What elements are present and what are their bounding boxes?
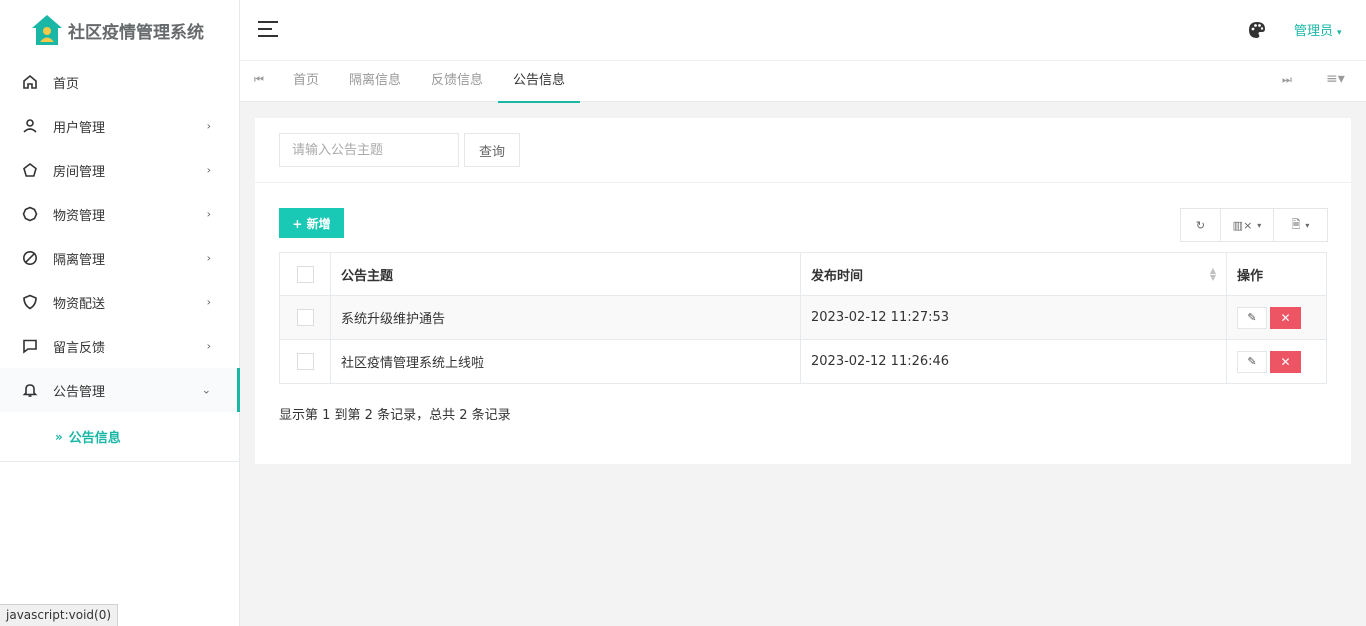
sidebar-item-label: 用户管理 <box>53 120 106 136</box>
hamburger-icon[interactable] <box>258 21 278 37</box>
notice-title: 社区疫情管理系统上线啦 <box>330 339 801 384</box>
column-header-title[interactable]: 公告主题 <box>330 252 801 296</box>
export-button[interactable]: 🗎 ▾ <box>1274 209 1327 241</box>
tab-feedback-info[interactable]: 反馈信息 <box>416 61 498 102</box>
house-icon <box>32 15 62 45</box>
caret-down-icon: ▾ <box>1305 220 1310 230</box>
pencil-icon: ✎ <box>1247 310 1257 324</box>
tab-list: 首页 隔离信息 反馈信息 公告信息 <box>278 61 581 103</box>
sidebar-item-label: 首页 <box>53 76 80 92</box>
edit-button[interactable]: ✎ <box>1237 306 1267 329</box>
sidebar-item-label: 留言反馈 <box>53 340 106 356</box>
sidebar-subitem-notice-info[interactable]: » 公告信息 <box>0 412 239 462</box>
app-title: 社区疫情管理系统 <box>68 22 204 43</box>
sidebar-item-supplies[interactable]: 物资管理 › <box>0 192 239 236</box>
user-menu[interactable]: 管理员 ▾ <box>1294 20 1342 39</box>
chevron-right-icon: › <box>206 295 211 309</box>
tab-options-icon[interactable]: ≡▾ <box>1326 71 1345 87</box>
home-icon <box>22 74 38 90</box>
logo[interactable]: 社区疫情管理系统 <box>0 0 239 60</box>
refresh-button[interactable]: ↻ <box>1181 209 1221 241</box>
sidebar-item-label: 物资配送 <box>53 296 106 312</box>
sidebar-item-notices[interactable]: 公告管理 ⌄ <box>0 368 240 412</box>
chevron-right-icon: › <box>206 163 211 177</box>
columns-icon: ▥× <box>1232 218 1253 232</box>
notice-time: 2023-02-12 11:26:46 <box>800 339 1227 384</box>
delete-button[interactable]: ✕ <box>1270 306 1301 329</box>
column-header-time[interactable]: 发布时间 ▲ ▼ <box>800 252 1227 296</box>
refresh-icon: ↻ <box>1195 218 1206 232</box>
row-select-cell <box>279 339 331 384</box>
sidebar-item-label: 公告管理 <box>53 384 106 400</box>
browser-status-bar: javascript:void(0) <box>0 604 119 626</box>
tab-quarantine-info[interactable]: 隔离信息 <box>334 61 416 102</box>
notice-time: 2023-02-12 11:27:53 <box>800 295 1227 340</box>
pencil-icon: ✎ <box>1247 354 1257 368</box>
sidebar-item-label: 隔离管理 <box>53 252 106 268</box>
pentagon-icon <box>22 162 38 178</box>
tab-scroll-right-icon[interactable]: ⏭ <box>1282 73 1292 87</box>
palette-icon[interactable] <box>1248 21 1266 39</box>
tab-notice-info[interactable]: 公告信息 <box>498 61 581 103</box>
bell-icon <box>22 382 38 398</box>
delete-button[interactable]: ✕ <box>1270 350 1301 373</box>
comment-icon <box>22 338 38 354</box>
row-checkbox[interactable] <box>296 309 314 326</box>
edit-button[interactable]: ✎ <box>1237 350 1267 373</box>
top-header: 管理员 ▾ <box>240 0 1366 60</box>
row-checkbox[interactable] <box>296 353 314 370</box>
caret-down-icon: ▾ <box>1337 28 1342 38</box>
sidebar-item-feedback[interactable]: 留言反馈 › <box>0 324 239 368</box>
export-icon: 🗎 <box>1291 217 1301 231</box>
pagination-info: 显示第 1 到第 2 条记录，总共 2 条记录 <box>279 408 511 423</box>
column-header-actions: 操作 <box>1226 252 1327 296</box>
tabs-bar: ⏮ 首页 隔离信息 反馈信息 公告信息 ⏭ ≡▾ <box>240 60 1366 103</box>
content-panel: 查询 + 新增 ↻ ▥×▾ 🗎▾ 公告主题 发布时间 ▲▼ 操作 <box>255 118 1351 464</box>
table-header-row: 公告主题 发布时间 ▲ ▼ 操作 <box>279 252 1327 296</box>
chevron-right-icon: › <box>206 339 211 353</box>
sidebar-item-quarantine[interactable]: 隔离管理 › <box>0 236 239 280</box>
add-button[interactable]: + 新增 <box>279 208 344 238</box>
chevron-down-icon: ⌄ <box>201 383 211 397</box>
sidebar-menu: 首页 用户管理 › 房间管理 › 物资管理 › 隔离管理 › 物资配送 › 留言… <box>0 60 240 412</box>
sidebar-item-label: 物资管理 <box>53 208 106 224</box>
sidebar-item-label: 房间管理 <box>53 164 106 180</box>
column-header-label: 发布时间 <box>811 268 864 284</box>
sidebar-item-rooms[interactable]: 房间管理 › <box>0 148 239 192</box>
row-actions: ✎ ✕ <box>1226 295 1327 340</box>
table-toolbar: ↻ ▥× ▾ 🗎 ▾ <box>1180 208 1328 242</box>
search-button[interactable]: 查询 <box>464 133 520 167</box>
user-icon <box>22 118 38 134</box>
caret-down-icon: ▾ <box>1257 220 1262 230</box>
sort-icon: ▲ ▼ <box>1209 265 1216 282</box>
circle-icon <box>22 206 38 222</box>
table-row: 社区疫情管理系统上线啦 2023-02-12 11:26:46 ✎ ✕ <box>279 339 1327 384</box>
chevron-right-icon: › <box>206 119 211 133</box>
double-chevron-right-icon: » <box>55 429 63 444</box>
notice-title: 系统升级维护通告 <box>330 295 801 340</box>
chevron-right-icon: › <box>206 251 211 265</box>
tab-home[interactable]: 首页 <box>278 61 334 102</box>
chevron-right-icon: › <box>206 207 211 221</box>
notice-table: 公告主题 发布时间 ▲ ▼ 操作 系统升级维护通告 2023-02-12 11:2… <box>279 252 1327 384</box>
sidebar: 社区疫情管理系统 首页 用户管理 › 房间管理 › 物资管理 › 隔离管理 › … <box>0 0 240 626</box>
user-label: 管理员 <box>1294 24 1334 39</box>
close-icon: ✕ <box>1280 310 1291 325</box>
sidebar-item-delivery[interactable]: 物资配送 › <box>0 280 239 324</box>
search-form: 查询 <box>255 118 1351 183</box>
tab-scroll-left-icon[interactable]: ⏮ <box>254 73 264 87</box>
search-input[interactable] <box>279 133 459 167</box>
sidebar-item-home[interactable]: 首页 <box>0 60 239 104</box>
columns-button[interactable]: ▥× ▾ <box>1221 209 1274 241</box>
sidebar-subitem-label: 公告信息 <box>68 431 121 446</box>
shield-icon <box>22 294 38 310</box>
table-row: 系统升级维护通告 2023-02-12 11:27:53 ✎ ✕ <box>279 295 1327 340</box>
row-select-cell <box>279 295 331 340</box>
select-all-cell <box>279 252 331 296</box>
sidebar-item-users[interactable]: 用户管理 › <box>0 104 239 148</box>
close-icon: ✕ <box>1280 354 1291 369</box>
select-all-checkbox[interactable] <box>296 265 314 283</box>
row-actions: ✎ ✕ <box>1226 339 1327 384</box>
ban-icon <box>22 250 38 266</box>
